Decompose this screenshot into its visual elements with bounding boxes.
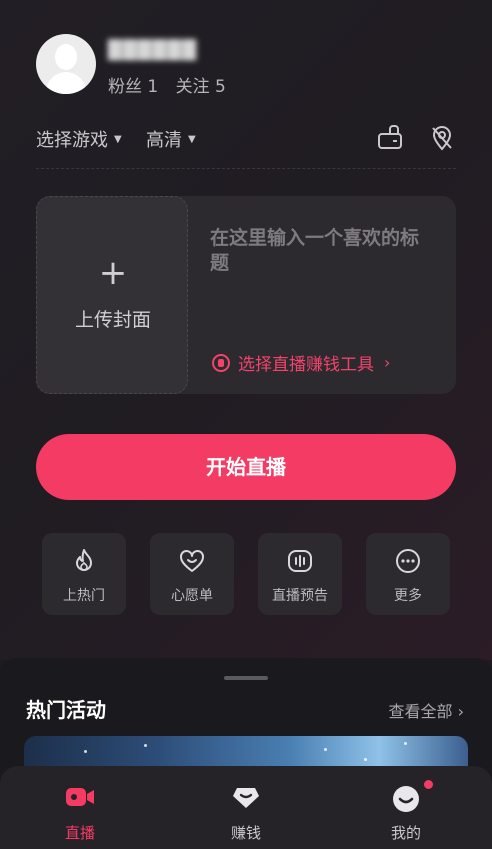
tab-label: 直播: [64, 824, 95, 842]
smile-face-icon: [393, 786, 419, 812]
location-off-icon[interactable]: [428, 124, 456, 152]
quality-selector-label: 高清: [146, 130, 182, 151]
voice-wave-icon: [288, 550, 312, 572]
screen-orientation-icon[interactable]: [376, 124, 404, 152]
quick-action-wishlist[interactable]: 心愿单: [150, 533, 234, 615]
tab-live[interactable]: 直播: [20, 766, 140, 849]
plus-icon: +: [98, 253, 128, 293]
start-live-button[interactable]: 开始直播: [36, 434, 456, 500]
profile-header: ██████ 粉丝 1 关注 5: [36, 34, 456, 97]
quick-action-label: 更多: [394, 588, 422, 604]
coin-icon: [212, 353, 230, 372]
username: ██████: [108, 40, 198, 61]
sparkle: [404, 742, 407, 745]
stream-setup-card: + 上传封面 在这里输入一个喜欢的标题 选择直播赚钱工具 ›: [36, 196, 456, 394]
stream-options: 选择游戏 ▼ 高清 ▼: [36, 124, 456, 152]
sparkle: [364, 758, 367, 761]
caret-down-icon: ▼: [114, 133, 122, 145]
quick-action-label: 心愿单: [171, 588, 213, 604]
tab-label: 我的: [390, 824, 421, 842]
upload-cover-button[interactable]: + 上传封面: [36, 196, 188, 394]
upload-cover-label: 上传封面: [74, 309, 151, 331]
drag-handle[interactable]: [224, 676, 268, 680]
game-selector-label: 选择游戏: [36, 130, 108, 151]
hot-activities-title: 热门活动: [26, 698, 106, 722]
live-camera-icon: [66, 788, 94, 806]
tab-label: 赚钱: [230, 824, 261, 842]
flame-icon: [76, 549, 92, 571]
quick-action-label: 上热门: [63, 588, 105, 604]
quick-action-label: 直播预告: [272, 588, 328, 604]
tab-mine[interactable]: 我的: [346, 766, 466, 849]
chevron-right-icon: ›: [384, 353, 391, 372]
caret-down-icon: ▼: [188, 133, 196, 145]
following-count[interactable]: 关注 5: [176, 77, 226, 97]
sparkle: [84, 750, 87, 753]
game-selector[interactable]: 选择游戏 ▼: [36, 126, 122, 152]
avatar[interactable]: [36, 34, 96, 94]
sparkle: [324, 748, 327, 751]
fans-count[interactable]: 粉丝 1: [108, 77, 158, 97]
profile-stats: 粉丝 1 关注 5: [108, 72, 238, 97]
quick-action-preview[interactable]: 直播预告: [258, 533, 342, 615]
sparkle: [144, 744, 147, 747]
tab-earn[interactable]: 赚钱: [186, 766, 306, 849]
bottom-tab-bar: 直播 赚钱 我的: [0, 766, 492, 849]
money-bag-icon: [233, 788, 259, 808]
heart-smile-icon: [180, 550, 204, 572]
more-dots-icon: [396, 549, 420, 573]
view-all-link[interactable]: 查看全部 ›: [389, 698, 465, 722]
title-input[interactable]: 在这里输入一个喜欢的标题: [210, 226, 430, 276]
divider: [36, 168, 456, 169]
quick-action-more[interactable]: 更多: [366, 533, 450, 615]
notification-dot: [424, 780, 433, 789]
earn-tool-label: 选择直播赚钱工具: [238, 355, 374, 375]
quality-selector[interactable]: 高清 ▼: [146, 126, 196, 152]
avatar-body-shape: [46, 72, 86, 94]
avatar-head-shape: [55, 44, 77, 70]
quick-action-promote[interactable]: 上热门: [42, 533, 126, 615]
earn-tool-selector[interactable]: 选择直播赚钱工具 ›: [212, 350, 390, 375]
